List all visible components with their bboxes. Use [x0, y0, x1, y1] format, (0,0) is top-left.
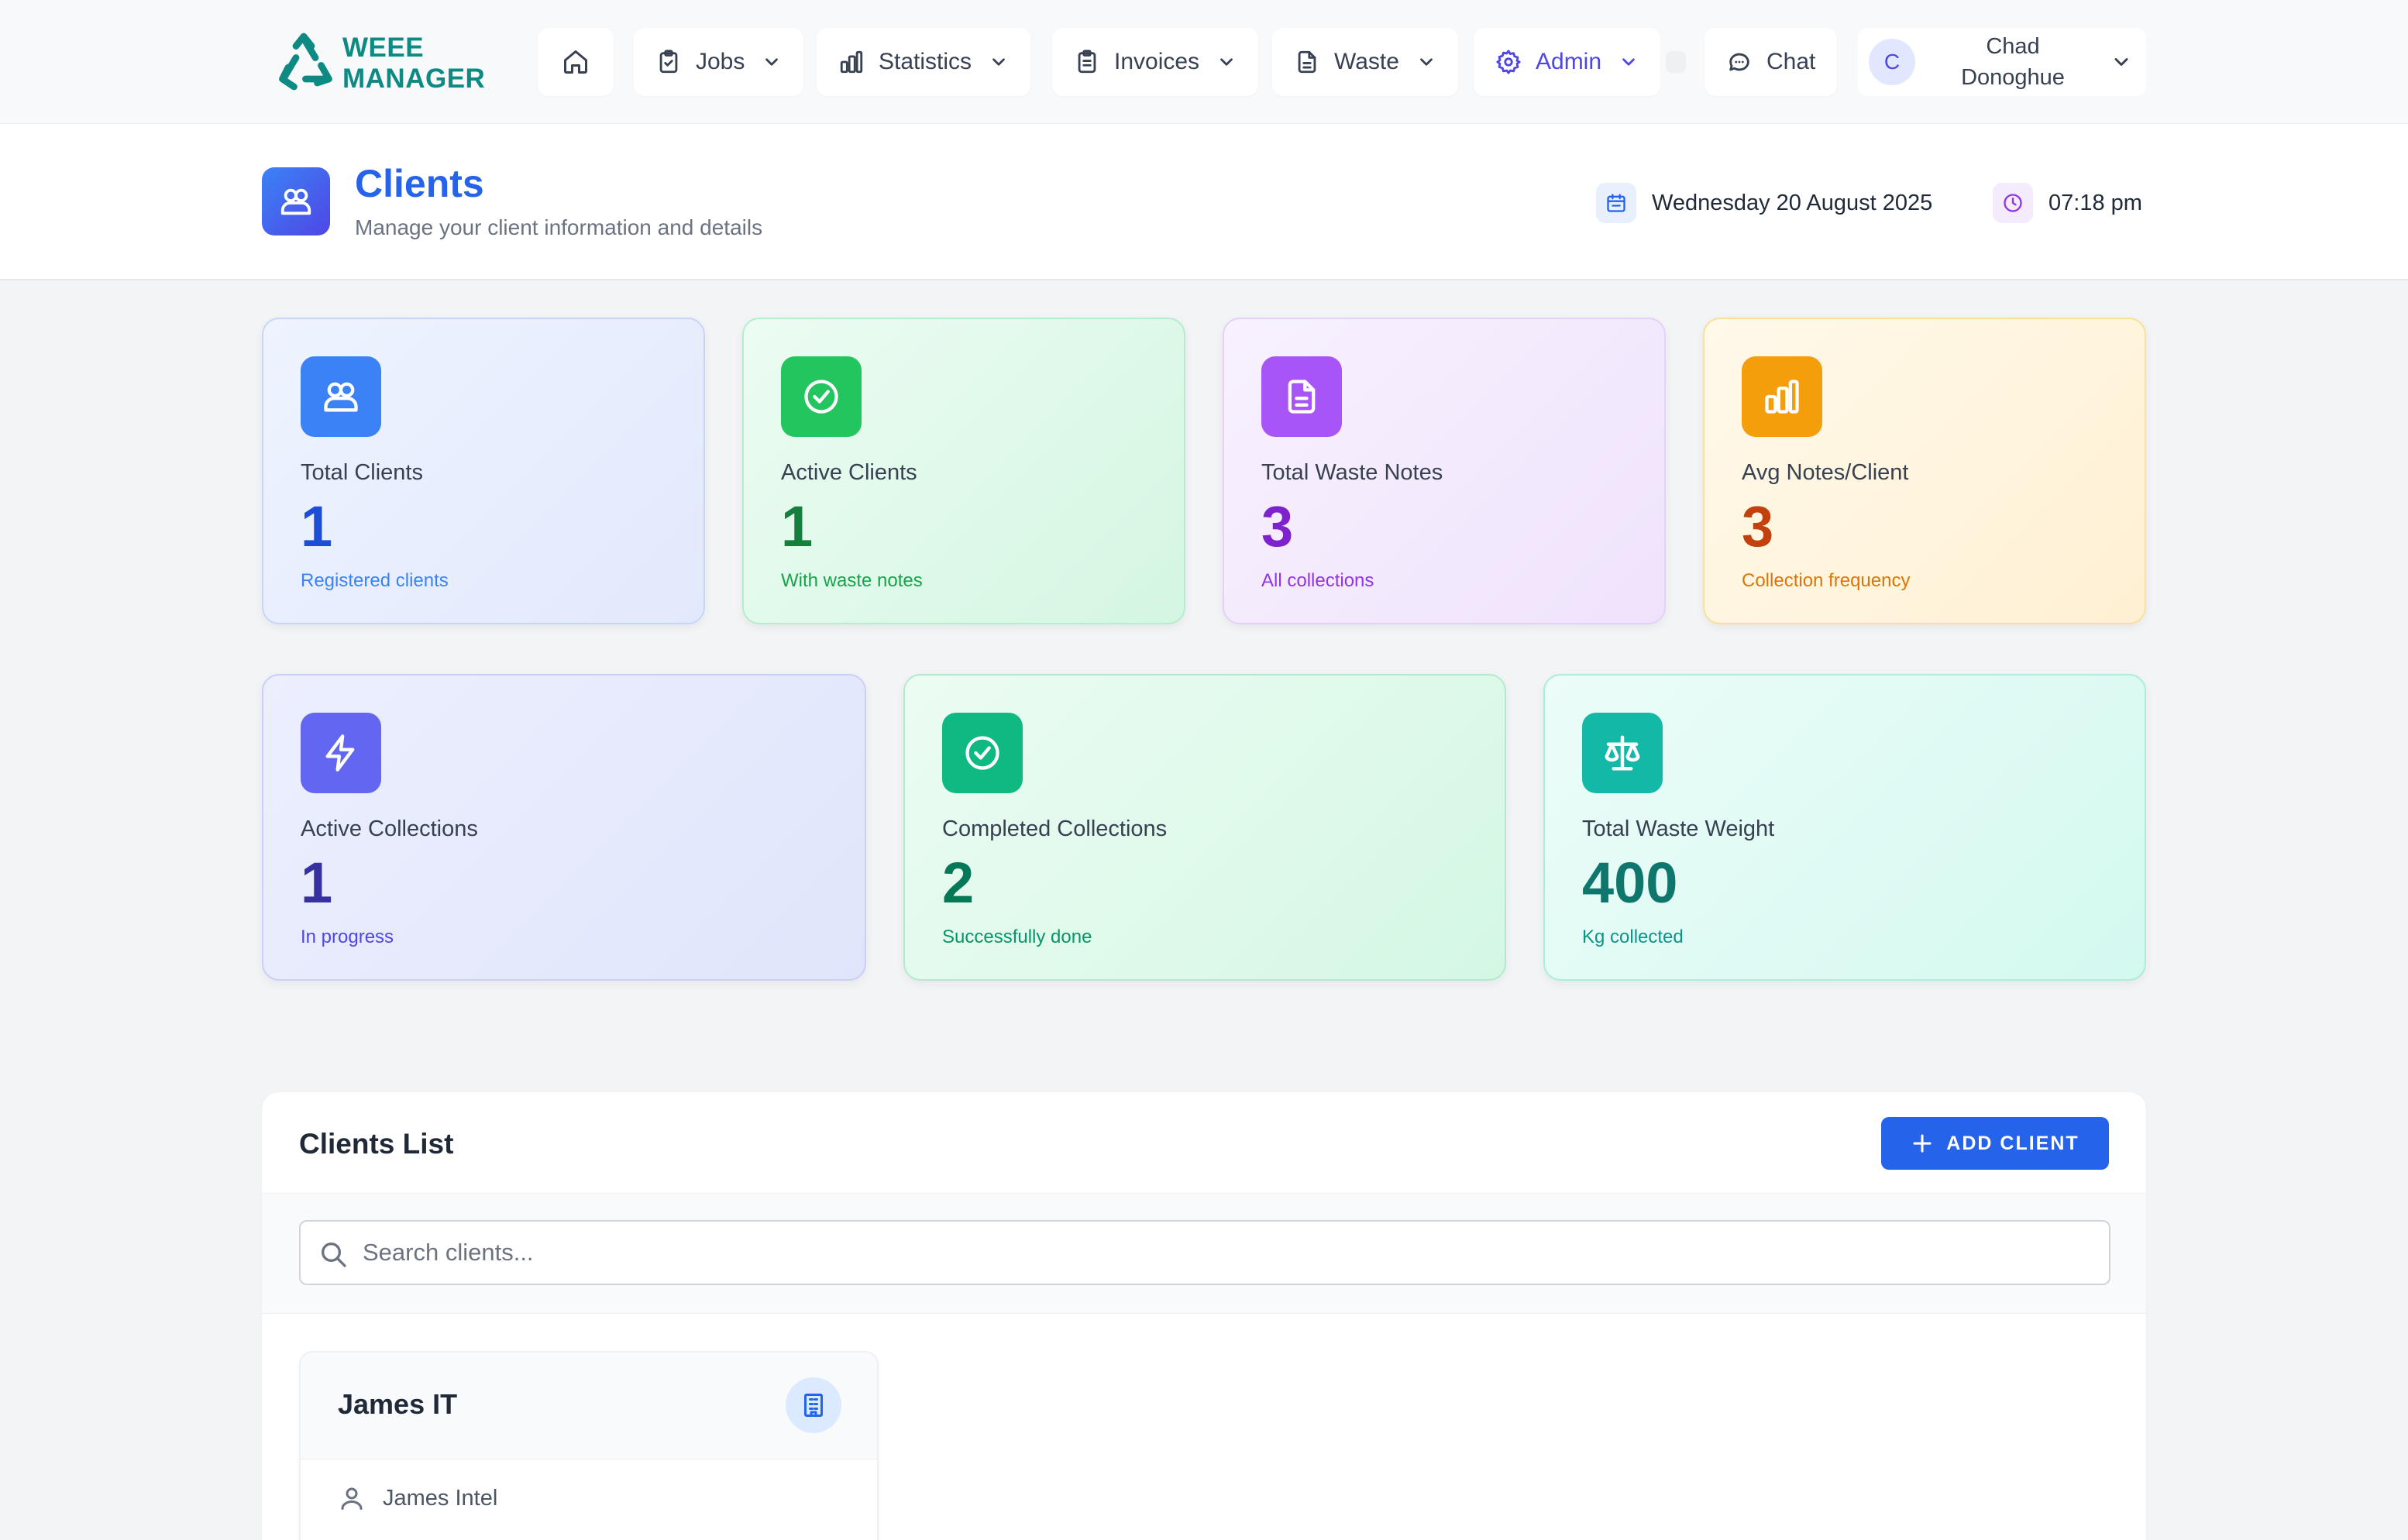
nav-statistics[interactable]: Statistics — [817, 28, 1031, 96]
stat-value: 3 — [1261, 494, 1294, 559]
stat-value: 3 — [1742, 494, 1774, 559]
clipboard-check-icon — [659, 50, 678, 74]
nav-chat[interactable]: Chat — [1705, 28, 1838, 96]
page-header: Clients Manage your client information a… — [0, 124, 2408, 280]
chevron-down-icon — [992, 58, 1005, 66]
stat-card-active-clients: Active Clients 1 With waste notes — [742, 318, 1185, 624]
stat-label: Avg Notes/Client — [1742, 460, 1909, 485]
users-icon — [262, 167, 330, 235]
stat-caption: With waste notes — [781, 570, 923, 591]
user-name: Chad Donoghue — [1961, 34, 2065, 90]
stat-label: Active Collections — [301, 816, 478, 841]
nav-statistics-label: Statistics — [879, 49, 972, 74]
users-icon — [301, 356, 381, 437]
stat-value: 1 — [301, 851, 333, 915]
nav-home[interactable] — [538, 28, 614, 96]
stat-value: 1 — [301, 494, 333, 559]
stat-caption: Collection frequency — [1742, 570, 1911, 591]
brand-name: WEEE MANAGER — [342, 33, 486, 94]
stat-caption: Kg collected — [1582, 926, 1684, 947]
file-icon — [1261, 356, 1342, 437]
stat-label: Total Waste Weight — [1582, 816, 1775, 841]
nav-jobs[interactable]: Jobs — [634, 28, 804, 96]
home-icon — [564, 50, 587, 74]
stat-label: Total Waste Notes — [1261, 460, 1443, 485]
stat-card-active-collections: Active Collections 1 In progress — [262, 674, 866, 981]
page-subtitle: Manage your client information and detai… — [355, 215, 763, 239]
search-input[interactable] — [363, 1229, 2067, 1276]
recycle-logo-icon — [279, 33, 332, 91]
client-card[interactable]: James IT James Intel — [299, 1351, 879, 1540]
check-circle-icon — [942, 713, 1023, 793]
calendar-icon — [1596, 183, 1636, 223]
stat-value: 2 — [942, 851, 975, 915]
nav-chat-label: Chat — [1766, 49, 1816, 74]
scale-icon — [1582, 713, 1663, 793]
add-client-button[interactable]: ADD CLIENT — [1881, 1117, 2109, 1170]
stat-caption: Successfully done — [942, 926, 1092, 947]
lightning-icon — [301, 713, 381, 793]
stat-label: Total Clients — [301, 460, 423, 485]
plus-icon — [1913, 1134, 1932, 1153]
current-date: Wednesday 20 August 2025 — [1596, 183, 1932, 223]
stat-card-total-clients: Total Clients 1 Registered clients — [262, 318, 705, 624]
current-time: 07:18 pm — [1993, 183, 2142, 223]
stat-caption: In progress — [301, 926, 394, 947]
chevron-down-icon — [765, 58, 779, 66]
clock-icon — [1993, 183, 2033, 223]
client-contact: James Intel — [338, 1484, 497, 1512]
stat-card-avg-notes: Avg Notes/Client 3 Collection frequency — [1703, 318, 2146, 624]
client-contact-name: James Intel — [383, 1485, 498, 1511]
nav-invoices[interactable]: Invoices — [1052, 28, 1259, 96]
nav-admin[interactable]: Admin — [1474, 28, 1661, 96]
stat-value: 1 — [781, 494, 814, 559]
nav-admin-label: Admin — [1536, 49, 1602, 74]
stat-card-completed-collections: Completed Collections 2 Successfully don… — [903, 674, 1506, 981]
stat-label: Completed Collections — [942, 816, 1168, 841]
nav-waste-label: Waste — [1334, 49, 1399, 74]
stat-caption: All collections — [1261, 570, 1374, 591]
search-area — [262, 1193, 2146, 1314]
nav-jobs-label: Jobs — [696, 49, 745, 74]
brand-logo[interactable]: WEEE MANAGER — [273, 33, 485, 95]
chevron-down-icon — [1220, 58, 1233, 66]
building-icon — [786, 1377, 841, 1433]
page-title: Clients — [355, 162, 484, 205]
chevron-down-icon — [2114, 58, 2128, 66]
clients-list-panel: Clients List ADD CLIENT James IT James I… — [262, 1092, 2146, 1540]
nav-waste[interactable]: Waste — [1272, 28, 1458, 96]
clipboard-list-icon — [1078, 50, 1096, 74]
user-icon — [341, 1487, 363, 1510]
stat-value: 400 — [1582, 851, 1678, 915]
clients-list-title: Clients List — [299, 1128, 454, 1160]
chevron-down-icon — [1622, 58, 1635, 66]
avatar: C — [1869, 39, 1915, 85]
stat-caption: Registered clients — [301, 570, 449, 591]
bar-chart-icon — [1742, 356, 1822, 437]
gear-icon — [1496, 50, 1521, 74]
stat-card-total-waste-notes: Total Waste Notes 3 All collections — [1223, 318, 1666, 624]
check-circle-icon — [781, 356, 862, 437]
search-field[interactable] — [299, 1220, 2110, 1285]
chat-bubble-icon — [1729, 53, 1749, 71]
file-icon — [1298, 50, 1316, 74]
top-navbar: WEEE MANAGER Jobs Statistics Invoices Wa… — [0, 0, 2408, 124]
stat-label: Active Clients — [781, 460, 917, 485]
bar-chart-icon — [840, 50, 863, 74]
nav-separator — [1666, 51, 1686, 73]
nav-invoices-label: Invoices — [1114, 49, 1200, 74]
user-menu[interactable]: C Chad Donoghue — [1858, 28, 2146, 96]
add-client-label: ADD CLIENT — [1946, 1132, 2079, 1154]
chevron-down-icon — [1420, 58, 1433, 66]
client-name: James IT — [338, 1388, 458, 1420]
search-icon — [322, 1243, 346, 1267]
date-text: Wednesday 20 August 2025 — [1652, 190, 1933, 215]
time-text: 07:18 pm — [2049, 190, 2142, 215]
stat-card-total-waste-weight: Total Waste Weight 400 Kg collected — [1543, 674, 2146, 981]
client-card-header: James IT — [301, 1353, 877, 1459]
